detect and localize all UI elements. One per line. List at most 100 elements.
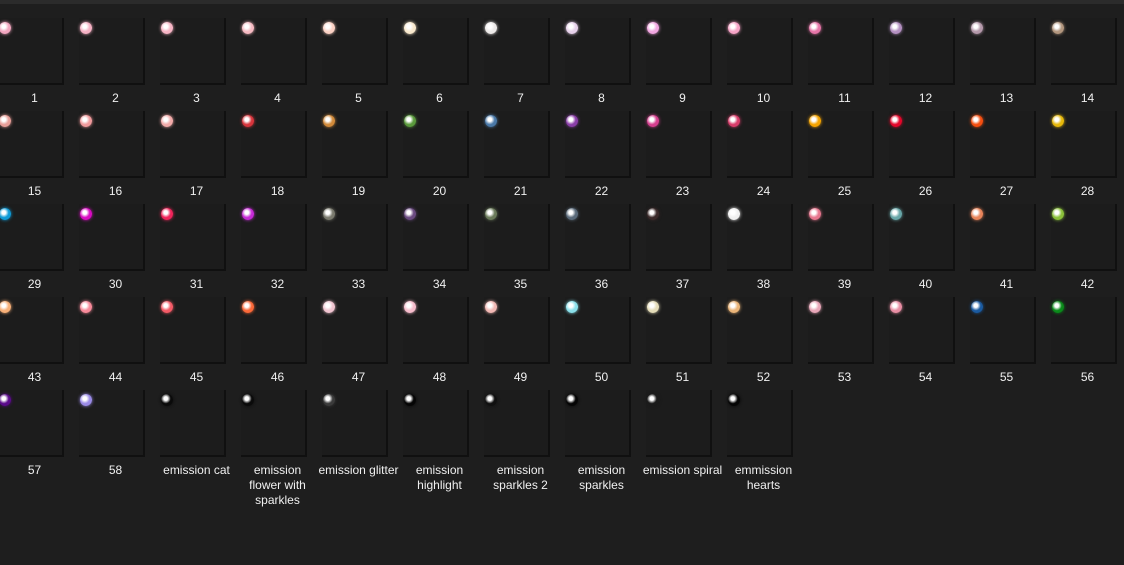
file-thumbnail[interactable]: [565, 297, 631, 364]
file-thumbnail[interactable]: [727, 390, 793, 457]
file-tile[interactable]: 17: [156, 101, 237, 198]
file-thumbnail[interactable]: [79, 204, 145, 271]
file-thumbnail[interactable]: [403, 297, 469, 364]
file-thumbnail[interactable]: [808, 297, 874, 364]
file-thumbnail[interactable]: [0, 297, 64, 364]
file-tile[interactable]: 29: [0, 194, 75, 291]
file-thumbnail[interactable]: [646, 390, 712, 457]
file-tile[interactable]: emission cat: [156, 380, 237, 477]
file-thumbnail[interactable]: [160, 204, 226, 271]
file-thumbnail[interactable]: [889, 297, 955, 364]
file-tile[interactable]: 38: [723, 194, 804, 291]
file-tile[interactable]: 43: [0, 287, 75, 384]
file-tile[interactable]: 35: [480, 194, 561, 291]
file-tile[interactable]: 21: [480, 101, 561, 198]
file-tile[interactable]: 3: [156, 8, 237, 105]
file-tile[interactable]: 13: [966, 8, 1047, 105]
file-thumbnail[interactable]: [241, 111, 307, 178]
file-tile[interactable]: 19: [318, 101, 399, 198]
file-tile[interactable]: 27: [966, 101, 1047, 198]
file-tile[interactable]: 46: [237, 287, 318, 384]
file-thumbnail[interactable]: [160, 297, 226, 364]
file-tile[interactable]: 51: [642, 287, 723, 384]
file-tile[interactable]: 42: [1047, 194, 1124, 291]
file-tile[interactable]: emission spiral: [642, 380, 723, 477]
file-tile[interactable]: 48: [399, 287, 480, 384]
file-thumbnail[interactable]: [727, 297, 793, 364]
file-thumbnail[interactable]: [727, 111, 793, 178]
file-thumbnail[interactable]: [0, 111, 64, 178]
file-thumbnail[interactable]: [1051, 111, 1117, 178]
file-tile[interactable]: 12: [885, 8, 966, 105]
file-tile[interactable]: 25: [804, 101, 885, 198]
file-tile[interactable]: 36: [561, 194, 642, 291]
file-tile[interactable]: 53: [804, 287, 885, 384]
file-thumbnail[interactable]: [403, 204, 469, 271]
file-thumbnail[interactable]: [160, 390, 226, 457]
file-thumbnail[interactable]: [646, 111, 712, 178]
file-thumbnail[interactable]: [484, 390, 550, 457]
file-tile[interactable]: 20: [399, 101, 480, 198]
file-tile[interactable]: emission flower with sparkles: [237, 380, 318, 507]
file-thumbnail[interactable]: [808, 18, 874, 85]
file-thumbnail[interactable]: [565, 111, 631, 178]
file-tile[interactable]: 49: [480, 287, 561, 384]
file-tile[interactable]: 45: [156, 287, 237, 384]
file-thumbnail[interactable]: [1051, 297, 1117, 364]
file-thumbnail[interactable]: [241, 297, 307, 364]
file-thumbnail[interactable]: [403, 18, 469, 85]
file-tile[interactable]: 34: [399, 194, 480, 291]
file-thumbnail[interactable]: [241, 204, 307, 271]
file-thumbnail[interactable]: [565, 204, 631, 271]
file-tile[interactable]: 56: [1047, 287, 1124, 384]
file-tile[interactable]: 2: [75, 8, 156, 105]
file-thumbnail[interactable]: [322, 111, 388, 178]
file-thumbnail[interactable]: [322, 18, 388, 85]
file-tile[interactable]: 47: [318, 287, 399, 384]
file-thumbnail[interactable]: [808, 111, 874, 178]
file-thumbnail[interactable]: [484, 18, 550, 85]
file-tile[interactable]: emission sparkles: [561, 380, 642, 492]
file-tile[interactable]: 41: [966, 194, 1047, 291]
file-tile[interactable]: 55: [966, 287, 1047, 384]
file-tile[interactable]: 31: [156, 194, 237, 291]
file-tile[interactable]: 23: [642, 101, 723, 198]
file-thumbnail[interactable]: [970, 297, 1036, 364]
file-thumbnail[interactable]: [727, 204, 793, 271]
file-thumbnail[interactable]: [970, 18, 1036, 85]
file-tile[interactable]: 39: [804, 194, 885, 291]
file-thumbnail[interactable]: [484, 111, 550, 178]
file-tile[interactable]: 1: [0, 8, 75, 105]
file-tile[interactable]: 16: [75, 101, 156, 198]
file-tile[interactable]: 26: [885, 101, 966, 198]
file-thumbnail[interactable]: [241, 18, 307, 85]
file-tile[interactable]: 6: [399, 8, 480, 105]
file-tile[interactable]: 33: [318, 194, 399, 291]
file-thumbnail[interactable]: [1051, 204, 1117, 271]
file-tile[interactable]: 50: [561, 287, 642, 384]
file-tile[interactable]: 14: [1047, 8, 1124, 105]
file-tile[interactable]: 22: [561, 101, 642, 198]
file-tile[interactable]: 54: [885, 287, 966, 384]
file-thumbnail[interactable]: [160, 18, 226, 85]
file-thumbnail[interactable]: [241, 390, 307, 457]
file-tile[interactable]: emission highlight: [399, 380, 480, 492]
file-thumbnail[interactable]: [1051, 18, 1117, 85]
file-tile[interactable]: 9: [642, 8, 723, 105]
file-thumbnail[interactable]: [808, 204, 874, 271]
file-thumbnail[interactable]: [484, 297, 550, 364]
file-tile[interactable]: 28: [1047, 101, 1124, 198]
file-tile[interactable]: 7: [480, 8, 561, 105]
file-tile[interactable]: emission sparkles 2: [480, 380, 561, 492]
file-thumbnail[interactable]: [79, 297, 145, 364]
file-thumbnail[interactable]: [889, 204, 955, 271]
file-thumbnail[interactable]: [484, 204, 550, 271]
file-tile[interactable]: 15: [0, 101, 75, 198]
file-tile[interactable]: 18: [237, 101, 318, 198]
file-thumbnail[interactable]: [889, 18, 955, 85]
file-thumbnail[interactable]: [0, 390, 64, 457]
file-tile[interactable]: 44: [75, 287, 156, 384]
file-thumbnail[interactable]: [322, 297, 388, 364]
file-tile[interactable]: 10: [723, 8, 804, 105]
file-tile[interactable]: 5: [318, 8, 399, 105]
